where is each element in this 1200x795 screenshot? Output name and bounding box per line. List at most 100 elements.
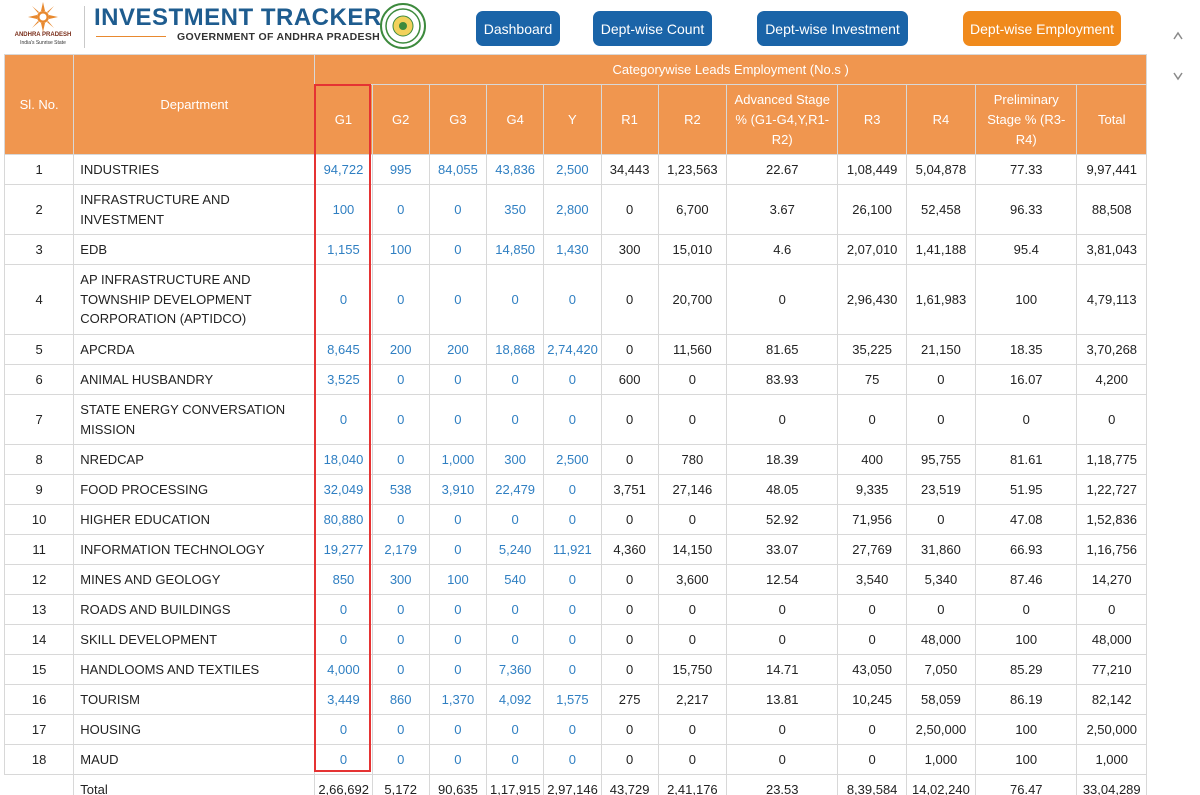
page-scrollbar[interactable]	[1164, 0, 1200, 795]
column-header[interactable]: R3	[837, 84, 907, 155]
cell-link[interactable]: 300	[486, 444, 545, 475]
cell-link[interactable]: 0	[543, 474, 602, 505]
employment-table-container[interactable]: Sl. No. Department Categorywise Leads Em…	[4, 54, 1147, 795]
cell-link[interactable]: 0	[543, 364, 602, 395]
cell-link[interactable]: 0	[428, 534, 488, 565]
cell-link[interactable]: 300	[371, 564, 430, 595]
cell-link[interactable]: 0	[314, 264, 373, 335]
scroll-down-arrow-icon[interactable]	[1173, 66, 1183, 86]
cell-link[interactable]: 2,500	[543, 154, 602, 185]
cell-link[interactable]: 3,449	[314, 684, 373, 715]
cell-link[interactable]: 0	[543, 654, 602, 685]
cell-link[interactable]: 0	[428, 394, 488, 445]
cell-link[interactable]: 32,049	[314, 474, 373, 505]
cell-link[interactable]: 100	[314, 184, 373, 235]
cell-link[interactable]: 84,055	[428, 154, 488, 185]
nav-dept-investment-button[interactable]: Dept-wise Investment	[757, 11, 908, 46]
cell-link[interactable]: 5,240	[486, 534, 545, 565]
cell-link[interactable]: 860	[371, 684, 430, 715]
column-header[interactable]: G1	[314, 84, 373, 155]
cell-link[interactable]: 11,921	[543, 534, 602, 565]
column-header[interactable]: G2	[371, 84, 430, 155]
header-department[interactable]: Department	[73, 54, 316, 155]
cell-link[interactable]: 2,74,420	[543, 334, 602, 365]
column-header[interactable]: Y	[543, 84, 602, 155]
cell-link[interactable]: 18,868	[486, 334, 545, 365]
cell-link[interactable]: 995	[371, 154, 430, 185]
cell-link[interactable]: 0	[543, 594, 602, 625]
cell-link[interactable]: 0	[428, 504, 488, 535]
cell-link[interactable]: 0	[486, 264, 545, 335]
column-header[interactable]: G3	[428, 84, 488, 155]
cell-link[interactable]: 3,910	[428, 474, 488, 505]
cell-link[interactable]: 0	[543, 624, 602, 655]
cell-link[interactable]: 200	[371, 334, 430, 365]
header-sl-no[interactable]: Sl. No.	[4, 54, 75, 155]
cell-link[interactable]: 200	[428, 334, 488, 365]
cell-link[interactable]: 4,092	[486, 684, 545, 715]
cell-link[interactable]: 0	[371, 594, 430, 625]
cell-link[interactable]: 100	[428, 564, 488, 595]
cell-link[interactable]: 0	[371, 654, 430, 685]
column-header[interactable]: R1	[600, 84, 659, 155]
cell-link[interactable]: 0	[371, 184, 430, 235]
cell-link[interactable]: 18,040	[314, 444, 373, 475]
cell-link[interactable]: 0	[543, 504, 602, 535]
cell-link[interactable]: 22,479	[486, 474, 545, 505]
nav-dashboard-button[interactable]: Dashboard	[476, 11, 560, 46]
column-header[interactable]: Preliminary Stage % (R3-R4)	[975, 84, 1078, 155]
cell-link[interactable]: 0	[371, 744, 430, 775]
cell-link[interactable]: 0	[314, 394, 373, 445]
cell-link[interactable]: 0	[543, 714, 602, 745]
cell-link[interactable]: 350	[486, 184, 545, 235]
cell-link[interactable]: 0	[486, 504, 545, 535]
column-header[interactable]: G4	[486, 84, 545, 155]
cell-link[interactable]: 0	[486, 624, 545, 655]
cell-link[interactable]: 0	[314, 594, 373, 625]
column-header[interactable]: R4	[905, 84, 977, 155]
cell-link[interactable]: 1,370	[428, 684, 488, 715]
cell-link[interactable]: 8,645	[314, 334, 373, 365]
cell-link[interactable]: 0	[543, 564, 602, 595]
cell-link[interactable]: 0	[486, 594, 545, 625]
cell-link[interactable]: 7,360	[486, 654, 545, 685]
column-header[interactable]: R2	[657, 84, 728, 155]
cell-link[interactable]: 0	[371, 264, 430, 335]
cell-link[interactable]: 0	[371, 394, 430, 445]
cell-link[interactable]: 0	[486, 714, 545, 745]
ap-logo[interactable]: ANDHRA PRADESH India's Sunrise State	[8, 2, 78, 52]
cell-link[interactable]: 1,575	[543, 684, 602, 715]
cell-link[interactable]: 0	[543, 744, 602, 775]
cell-link[interactable]: 0	[543, 394, 602, 445]
cell-link[interactable]: 0	[486, 394, 545, 445]
cell-link[interactable]: 2,179	[371, 534, 430, 565]
cell-link[interactable]: 0	[428, 264, 488, 335]
cell-link[interactable]: 14,850	[486, 234, 545, 265]
column-header[interactable]: Advanced Stage % (G1-G4,Y,R1-R2)	[726, 84, 839, 155]
cell-link[interactable]: 0	[314, 714, 373, 745]
cell-link[interactable]: 0	[486, 364, 545, 395]
cell-link[interactable]: 0	[486, 744, 545, 775]
cell-link[interactable]: 43,836	[486, 154, 545, 185]
cell-link[interactable]: 2,800	[543, 184, 602, 235]
cell-link[interactable]: 94,722	[314, 154, 373, 185]
cell-link[interactable]: 1,000	[428, 444, 488, 475]
cell-link[interactable]: 538	[371, 474, 430, 505]
cell-link[interactable]: 0	[371, 624, 430, 655]
cell-link[interactable]: 0	[428, 744, 488, 775]
cell-link[interactable]: 540	[486, 564, 545, 595]
cell-link[interactable]: 0	[428, 184, 488, 235]
nav-dept-employment-button[interactable]: Dept-wise Employment	[963, 11, 1121, 46]
cell-link[interactable]: 0	[371, 364, 430, 395]
nav-dept-count-button[interactable]: Dept-wise Count	[593, 11, 712, 46]
cell-link[interactable]: 0	[428, 364, 488, 395]
cell-link[interactable]: 19,277	[314, 534, 373, 565]
cell-link[interactable]: 850	[314, 564, 373, 595]
cell-link[interactable]: 0	[428, 714, 488, 745]
cell-link[interactable]: 0	[314, 624, 373, 655]
cell-link[interactable]: 0	[428, 654, 488, 685]
cell-link[interactable]: 0	[428, 234, 488, 265]
cell-link[interactable]: 1,430	[543, 234, 602, 265]
column-header[interactable]: Total	[1076, 84, 1147, 155]
cell-link[interactable]: 0	[314, 744, 373, 775]
